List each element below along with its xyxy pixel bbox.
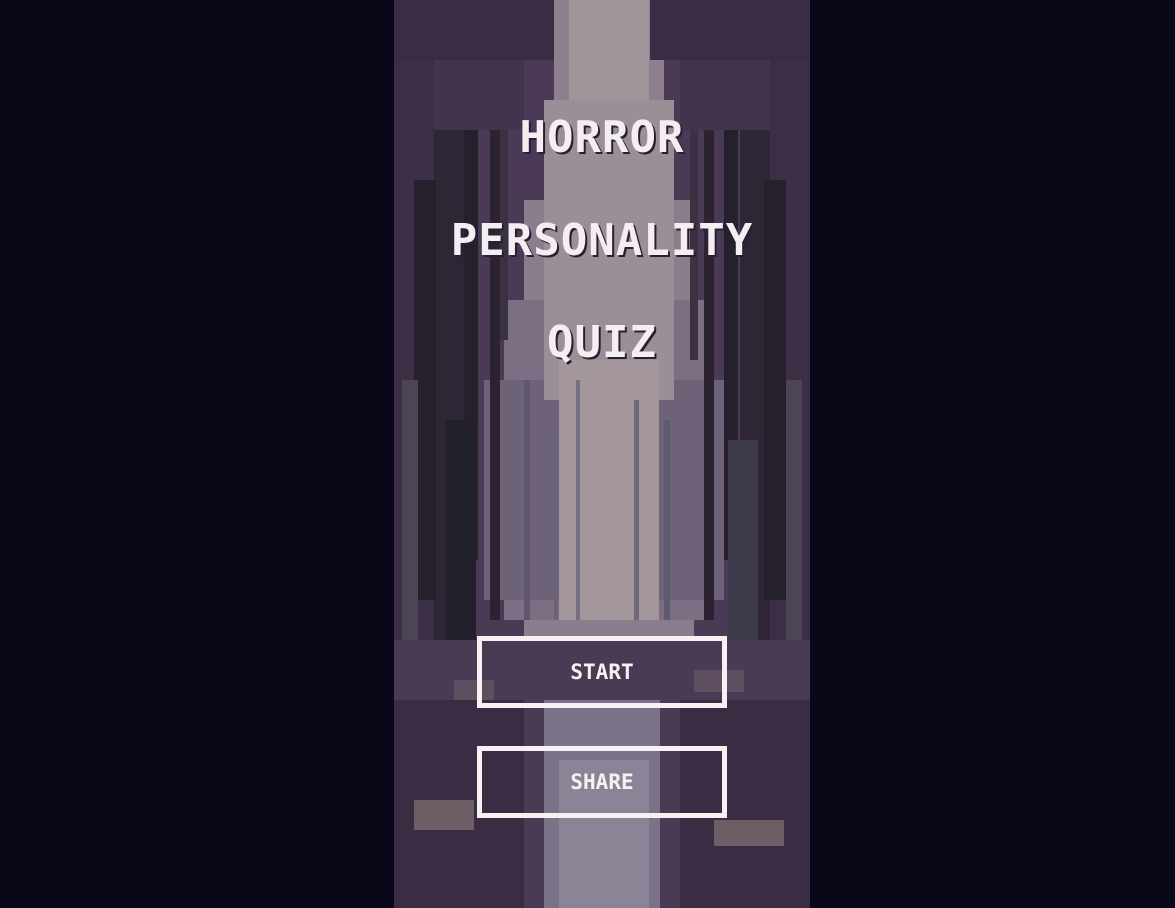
title-line-horror: HORROR (519, 112, 685, 163)
game-panel: HORROR PERSONALITY QUIZ START SHARE (394, 0, 810, 908)
title-line-quiz: QUIZ (547, 317, 657, 368)
share-button[interactable]: SHARE (477, 746, 727, 818)
title-line-personality: PERSONALITY (450, 215, 754, 266)
start-button[interactable]: START (477, 636, 727, 708)
page: HORROR PERSONALITY QUIZ START SHARE (0, 0, 1175, 908)
